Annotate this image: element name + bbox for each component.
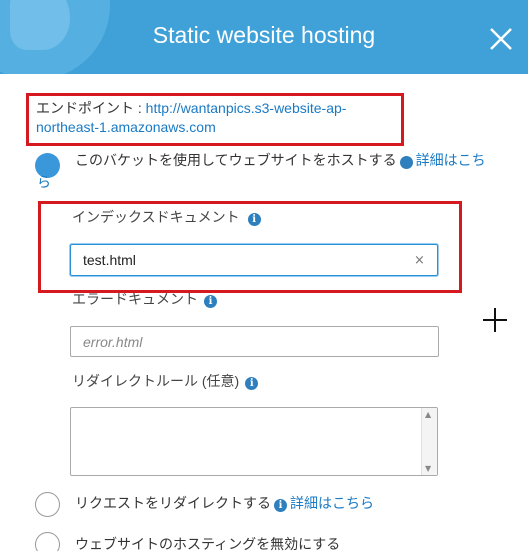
option-host-website: このバケットを使用してウェブサイトをホストする i詳細はこちら [37, 149, 497, 193]
redirect-rules-textarea[interactable] [70, 407, 438, 476]
redirect-rules-label: リダイレクトルール (任意) [72, 373, 240, 389]
error-document-label: エラードキュメント [72, 291, 198, 307]
crosshair-cursor-icon [483, 308, 507, 332]
scroll-up-icon[interactable]: ▲ [425, 410, 431, 419]
option-disable-hosting-label: ウェブサイトのホスティングを無効にする [75, 536, 341, 551]
error-document-input[interactable] [70, 326, 439, 357]
endpoint-label: エンドポイント : [36, 100, 146, 116]
option-disable-hosting: ウェブサイトのホスティングを無効にする [75, 533, 340, 551]
dialog-title: Static website hosting [152, 22, 376, 48]
option-redirect-requests: リクエストをリダイレクトする i 詳細はこちら [75, 492, 374, 514]
index-document-label: インデックスドキュメント [72, 209, 240, 225]
index-document-label-row: インデックスドキュメント i [72, 207, 264, 227]
info-icon[interactable]: i [204, 295, 217, 308]
redirect-rules-label-row: リダイレクトルール (任意) i [72, 371, 261, 391]
index-document-input[interactable] [70, 244, 438, 276]
option-redirect-requests-label: リクエストをリダイレクトする [75, 495, 271, 511]
textarea-scrollbar[interactable]: ▲ ▼ [421, 408, 437, 475]
info-icon[interactable]: i [245, 377, 259, 390]
error-document-label-row: エラードキュメント i [72, 289, 220, 309]
info-icon[interactable]: i [274, 499, 287, 512]
info-icon[interactable]: i [399, 156, 441, 169]
dialog-header: Static website hosting [0, 0, 528, 74]
learn-more-link[interactable]: 詳細はこちら [290, 495, 374, 511]
option-host-website-label: このバケットを使用してウェブサイトをホストする [75, 152, 397, 168]
scroll-down-icon[interactable]: ▼ [425, 464, 431, 473]
radio-redirect-requests[interactable] [35, 492, 60, 517]
clear-input-icon[interactable]: × [414, 253, 425, 268]
radio-disable-hosting[interactable] [35, 532, 60, 551]
close-icon[interactable] [486, 24, 516, 54]
endpoint: エンドポイント : http://wantanpics.s3-website-a… [36, 99, 396, 137]
info-icon[interactable]: i [247, 213, 261, 226]
